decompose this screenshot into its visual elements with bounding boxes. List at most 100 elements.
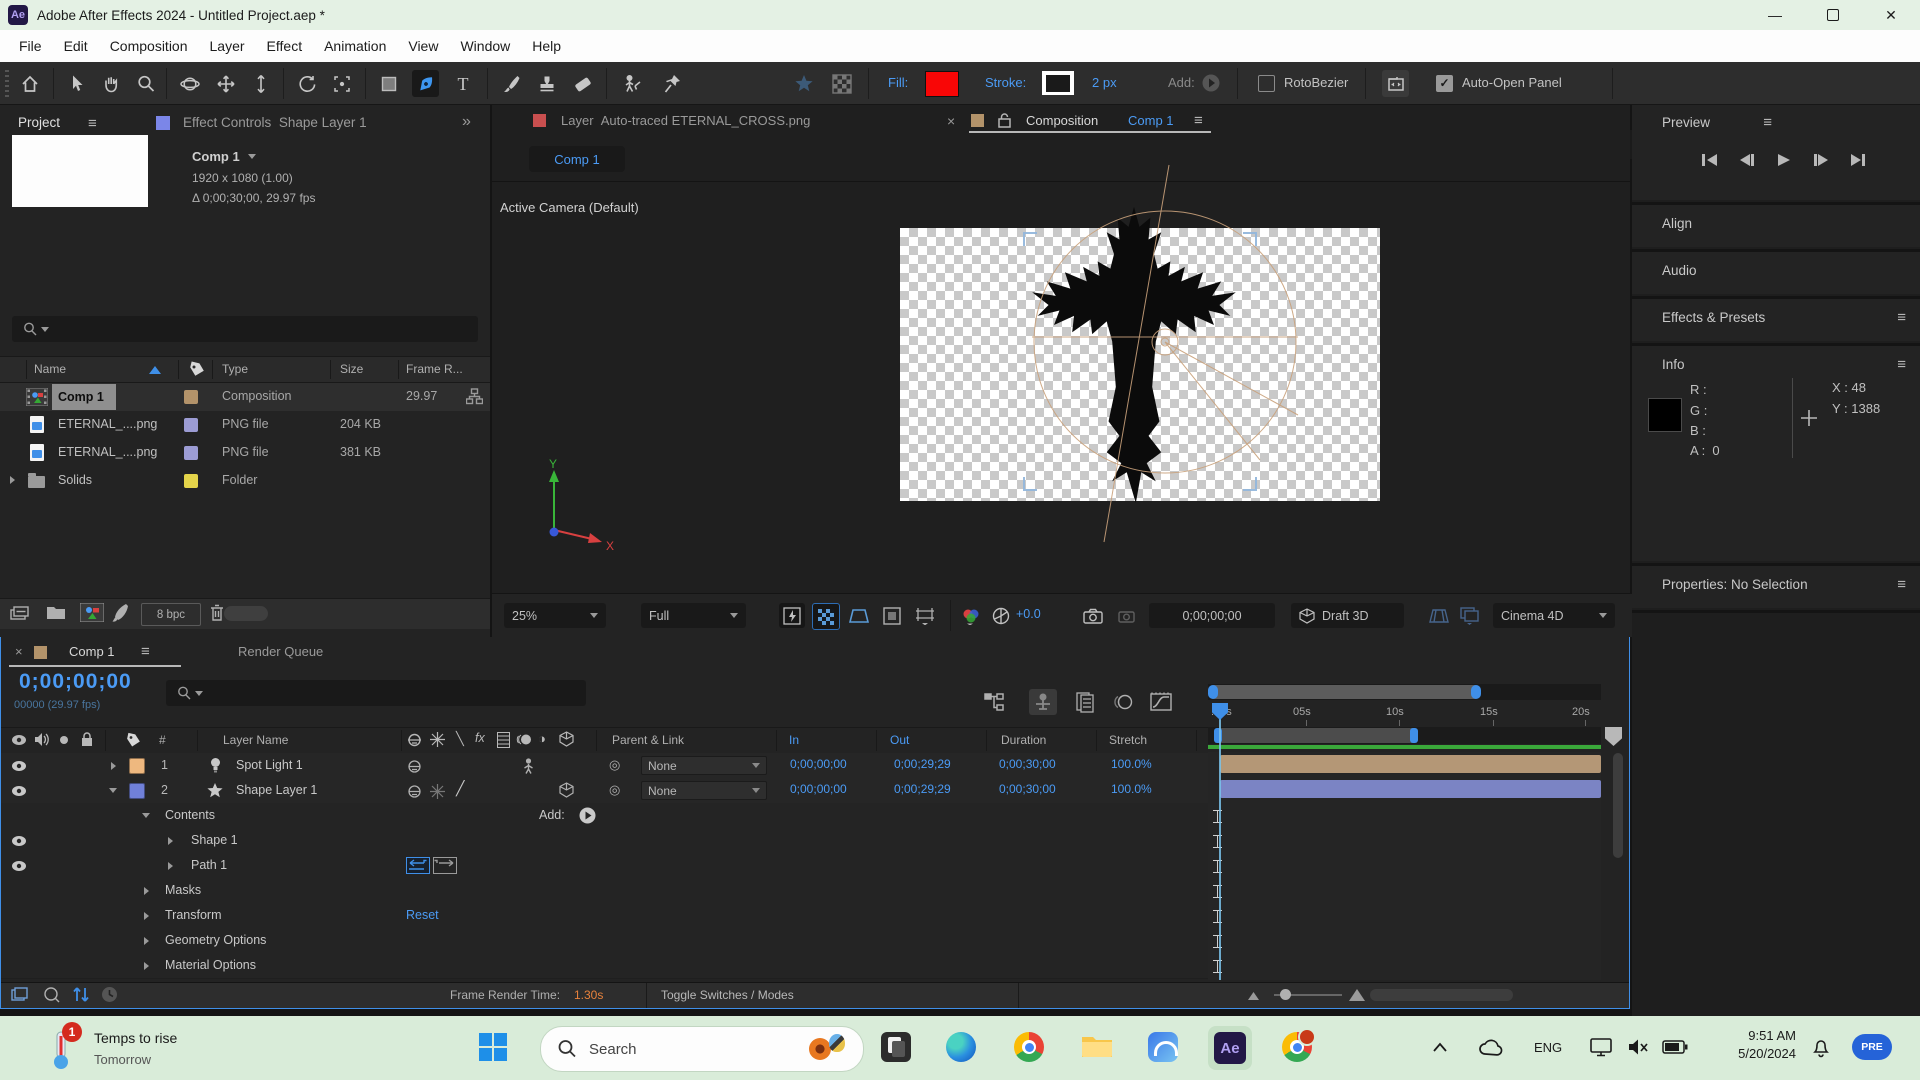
collapse-transformations-switch[interactable] (430, 784, 445, 799)
weather-widget[interactable]: 1 Temps to rise Tomorrow (40, 1022, 300, 1074)
menu-effect[interactable]: Effect (256, 38, 314, 54)
parent-dropdown[interactable]: None (641, 756, 767, 775)
auto-open-checkbox[interactable]: ✓ (1436, 75, 1453, 92)
light-switch-icon[interactable] (522, 757, 535, 774)
column-parent-link[interactable]: Parent & Link (612, 733, 684, 747)
expand-chevron[interactable] (144, 962, 149, 970)
interpret-footage-icon[interactable] (10, 605, 34, 623)
pre-release-badge[interactable]: PRE (1852, 1034, 1892, 1060)
property-row-masks[interactable]: Masks (1, 878, 1208, 904)
project-row-png2[interactable]: ETERNAL_....png PNG file 381 KB (0, 439, 490, 467)
project-search-field[interactable] (12, 316, 478, 342)
search-options-chevron[interactable] (41, 327, 49, 332)
layer-label-swatch[interactable] (129, 758, 145, 774)
shape-star-toggle[interactable] (790, 70, 817, 97)
parent-dropdown[interactable]: None (641, 781, 767, 800)
property-row-transform[interactable]: Transform Reset (1, 903, 1208, 929)
channel-rgb-icon[interactable] (958, 603, 984, 628)
path-in-icon[interactable] (406, 857, 430, 874)
column-number[interactable]: # (159, 733, 166, 747)
search-highlight-image[interactable] (809, 1034, 849, 1064)
app-icon-maxon[interactable] (1148, 1032, 1180, 1064)
property-row-path1[interactable]: Path 1 (1, 853, 1208, 879)
info-menu-icon[interactable]: ≡ (1897, 356, 1906, 373)
add-property-icon[interactable] (579, 807, 596, 824)
project-item-name[interactable]: Solids (58, 473, 92, 487)
playhead-line[interactable] (1219, 707, 1221, 980)
app-icon-chrome-profile[interactable] (1282, 1032, 1314, 1064)
sort-ascending-icon[interactable] (148, 365, 162, 375)
property-row-contents[interactable]: Contents Add: (1, 803, 1208, 829)
new-folder-icon[interactable] (46, 604, 66, 620)
puppet-pin-tool[interactable] (658, 70, 685, 97)
draft-3d-toggle[interactable]: Draft 3D (1291, 603, 1404, 628)
toggle-switches-pane-icon[interactable] (11, 987, 29, 1003)
graph-editor-icon[interactable] (1147, 689, 1175, 715)
layer-stretch-value[interactable]: 100.0% (1111, 757, 1152, 771)
exposure-value[interactable]: +0.0 (1016, 607, 1041, 621)
layer-row-shape-layer[interactable]: 2 Shape Layer 1 ╱ ◎ None 0;00;00;00 0;00… (1, 778, 1208, 804)
property-row-material[interactable]: Material Options (1, 953, 1208, 979)
timeline-panel-menu-icon[interactable]: ≡ (141, 643, 150, 660)
toggle-switches-modes-button[interactable]: Toggle Switches / Modes (646, 983, 1019, 1008)
column-frame-rate[interactable]: Frame R... (406, 362, 463, 376)
audio-title[interactable]: Audio (1662, 263, 1697, 278)
parent-pickwhip-icon[interactable]: ◎ (609, 757, 620, 773)
viewer-timecode[interactable]: 0;00;00;00 (1149, 603, 1275, 628)
toolbar-grip[interactable] (5, 70, 9, 97)
fill-label[interactable]: Fill: (888, 75, 908, 90)
add-play-icon[interactable] (1200, 72, 1222, 94)
shy-switch[interactable] (407, 784, 422, 799)
property-name[interactable]: Material Options (165, 958, 256, 972)
label-color-swatch[interactable] (184, 390, 198, 404)
clock-widget[interactable]: 9:51 AM 5/20/2024 (1712, 1028, 1796, 1061)
timeline-hscroll-thumb[interactable] (1370, 989, 1513, 1001)
app-icon-file-explorer[interactable] (1081, 1032, 1113, 1064)
menu-window[interactable]: Window (449, 38, 521, 54)
project-row-solids[interactable]: Solids Folder (0, 467, 490, 495)
tab-effect-controls[interactable]: Effect Controls Shape Layer 1 (183, 115, 367, 130)
layer-visibility-eye-icon[interactable] (11, 760, 27, 772)
project-scrollbar-thumb[interactable] (224, 606, 268, 621)
resolution-dropdown[interactable]: Full (641, 603, 746, 628)
column-label-icon[interactable] (188, 361, 206, 378)
visibility-eye-icon[interactable] (11, 835, 27, 847)
last-frame-button[interactable] (1846, 149, 1870, 171)
bit-depth-button[interactable]: 8 bpc (141, 603, 201, 626)
project-comp-name[interactable]: Comp 1 (192, 149, 256, 164)
menu-file[interactable]: File (8, 38, 53, 54)
dolly-camera-tool[interactable] (247, 70, 274, 97)
column-layer-name[interactable]: Layer Name (223, 733, 288, 747)
tab-project[interactable]: Project (18, 115, 60, 130)
menu-composition[interactable]: Composition (99, 38, 199, 54)
snapshot-camera-icon[interactable] (1080, 603, 1106, 628)
rectangle-tool[interactable] (375, 70, 402, 97)
toggle-render-time-pane-icon[interactable] (101, 986, 118, 1003)
transform-reset-link[interactable]: Reset (406, 908, 439, 922)
column-duration[interactable]: Duration (1001, 733, 1046, 747)
mask-visibility-icon[interactable] (846, 603, 872, 628)
region-of-interest-icon[interactable] (879, 603, 905, 628)
work-area-bar[interactable] (1218, 728, 1414, 743)
expand-chevron[interactable] (144, 937, 149, 945)
maximize-button[interactable] (1804, 0, 1862, 30)
preview-title[interactable]: Preview (1662, 115, 1710, 130)
type-tool[interactable]: T (449, 70, 476, 97)
selection-tool[interactable] (62, 70, 89, 97)
app-icon-after-effects[interactable]: Ae (1214, 1032, 1246, 1064)
layer-duration-value[interactable]: 0;00;30;00 (999, 782, 1056, 796)
column-type[interactable]: Type (222, 362, 248, 376)
onedrive-cloud-icon[interactable] (1478, 1038, 1504, 1056)
hand-tool[interactable] (97, 70, 124, 97)
layer-in-value[interactable]: 0;00;00;00 (790, 782, 847, 796)
guides-grid-options-icon[interactable] (912, 603, 938, 628)
column-in[interactable]: In (789, 733, 799, 747)
layer-out-value[interactable]: 0;00;29;29 (894, 782, 951, 796)
app-icon-chrome[interactable] (1014, 1032, 1046, 1064)
property-row-geometry[interactable]: Geometry Options (1, 928, 1208, 954)
transparency-grid-icon[interactable] (812, 603, 840, 630)
toggle-inout-panes-icon[interactable] (73, 986, 89, 1003)
multi-view-icon[interactable] (1456, 603, 1482, 628)
menu-help[interactable]: Help (521, 38, 572, 54)
zoom-out-mountain-icon[interactable] (1247, 990, 1260, 1001)
